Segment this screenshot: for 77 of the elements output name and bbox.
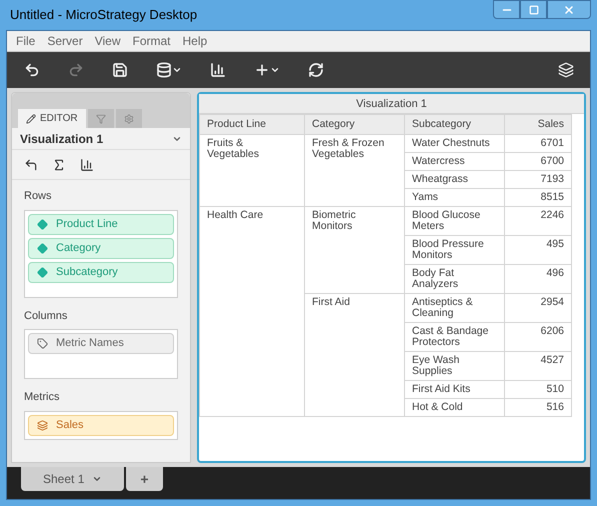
- menu-item[interactable]: Format: [127, 32, 176, 50]
- gear-icon: [124, 114, 134, 124]
- table-cell: 2246: [504, 206, 572, 236]
- sheet-tab[interactable]: Sheet 1: [21, 467, 124, 491]
- visualization-title: Visualization 1: [199, 94, 584, 114]
- field-pill[interactable]: Product Line: [28, 214, 174, 234]
- add-sheet-button[interactable]: +: [126, 467, 163, 491]
- table-cell: Hot & Cold: [404, 398, 504, 416]
- menu-item[interactable]: Help: [178, 32, 212, 50]
- bar-chart-icon[interactable]: [80, 158, 94, 172]
- table-cell: 510: [504, 380, 572, 398]
- undo-icon: [24, 62, 40, 78]
- menu-item[interactable]: File: [11, 32, 40, 50]
- table-cell: Fruits & Vegetables: [200, 134, 304, 206]
- maximize-button[interactable]: [520, 0, 547, 19]
- table-cell: 516: [504, 398, 572, 416]
- table-cell: Wheatgrass: [404, 170, 504, 188]
- table-cell: First Aid Kits: [404, 380, 504, 398]
- sigma-icon[interactable]: [52, 158, 66, 172]
- close-button[interactable]: [547, 0, 591, 19]
- table-cell: Blood Glucose Meters: [404, 206, 504, 236]
- window-title: Untitled - MicroStrategy Desktop: [9, 6, 198, 24]
- table-cell: First Aid: [304, 294, 404, 416]
- diamond-icon: [37, 242, 48, 254]
- table-cell: 4527: [504, 352, 572, 380]
- menu-item[interactable]: Server: [42, 32, 88, 50]
- redo-icon: [68, 62, 84, 78]
- table-cell: 6701: [504, 134, 572, 152]
- table-cell: 8515: [504, 188, 572, 206]
- swap-icon[interactable]: [24, 158, 38, 172]
- column-header[interactable]: Product Line: [200, 114, 304, 134]
- column-header[interactable]: Category: [304, 114, 404, 134]
- caret-icon: [92, 474, 102, 484]
- table-cell: 7193: [504, 170, 572, 188]
- table-cell: Fresh & Frozen Vegetables: [304, 134, 404, 206]
- field-pill[interactable]: Sales: [28, 414, 174, 436]
- table-cell: 496: [504, 264, 572, 294]
- pencil-icon: [26, 114, 36, 124]
- database-icon: [156, 62, 172, 78]
- refresh-icon: [308, 62, 324, 78]
- caret-icon: [270, 65, 280, 75]
- table-cell: Yams: [404, 188, 504, 206]
- column-header[interactable]: Subcategory: [404, 114, 504, 134]
- close-icon: [563, 4, 575, 16]
- save-icon: [112, 62, 128, 78]
- caret-icon: [172, 65, 182, 75]
- filter-icon: [96, 114, 106, 124]
- tag-icon: [37, 338, 48, 349]
- section-label: Columns: [24, 308, 68, 324]
- bar-chart-icon: [210, 62, 226, 78]
- field-pill[interactable]: Subcategory: [28, 262, 174, 282]
- section-label: Metrics: [24, 390, 60, 405]
- diamond-icon: [37, 266, 48, 278]
- plus-icon: [254, 62, 270, 78]
- table-cell: 6206: [504, 322, 572, 352]
- table-cell: Blood Pressure Monitors: [404, 236, 504, 264]
- maximize-icon: [528, 4, 538, 14]
- table-cell: Eye Wash Supplies: [404, 352, 504, 380]
- section-label: Rows: [24, 189, 53, 204]
- field-pill[interactable]: Metric Names: [28, 333, 174, 354]
- menu-item[interactable]: View: [90, 32, 126, 50]
- column-header[interactable]: Sales: [504, 114, 572, 134]
- table-cell: Body Fat Analyzers: [404, 264, 504, 294]
- table-cell: Antiseptics & Cleaning: [404, 294, 504, 322]
- table-cell: Health Care: [200, 206, 304, 416]
- table-cell: 2954: [504, 294, 572, 322]
- table-cell: Cast & Bandage Protectors: [404, 322, 504, 352]
- table-cell: 495: [504, 236, 572, 264]
- table-cell: Water Chestnuts: [404, 134, 504, 152]
- panel-tab[interactable]: EDITOR: [18, 109, 86, 128]
- diamond-icon: [37, 218, 48, 230]
- table-cell: Watercress: [404, 152, 504, 170]
- field-pill[interactable]: Category: [28, 238, 174, 258]
- minimize-button[interactable]: [493, 0, 520, 19]
- table-cell: Biometric Monitors: [304, 206, 404, 294]
- table-cell: 6700: [504, 152, 572, 170]
- visualization-name[interactable]: Visualization 1: [20, 130, 172, 148]
